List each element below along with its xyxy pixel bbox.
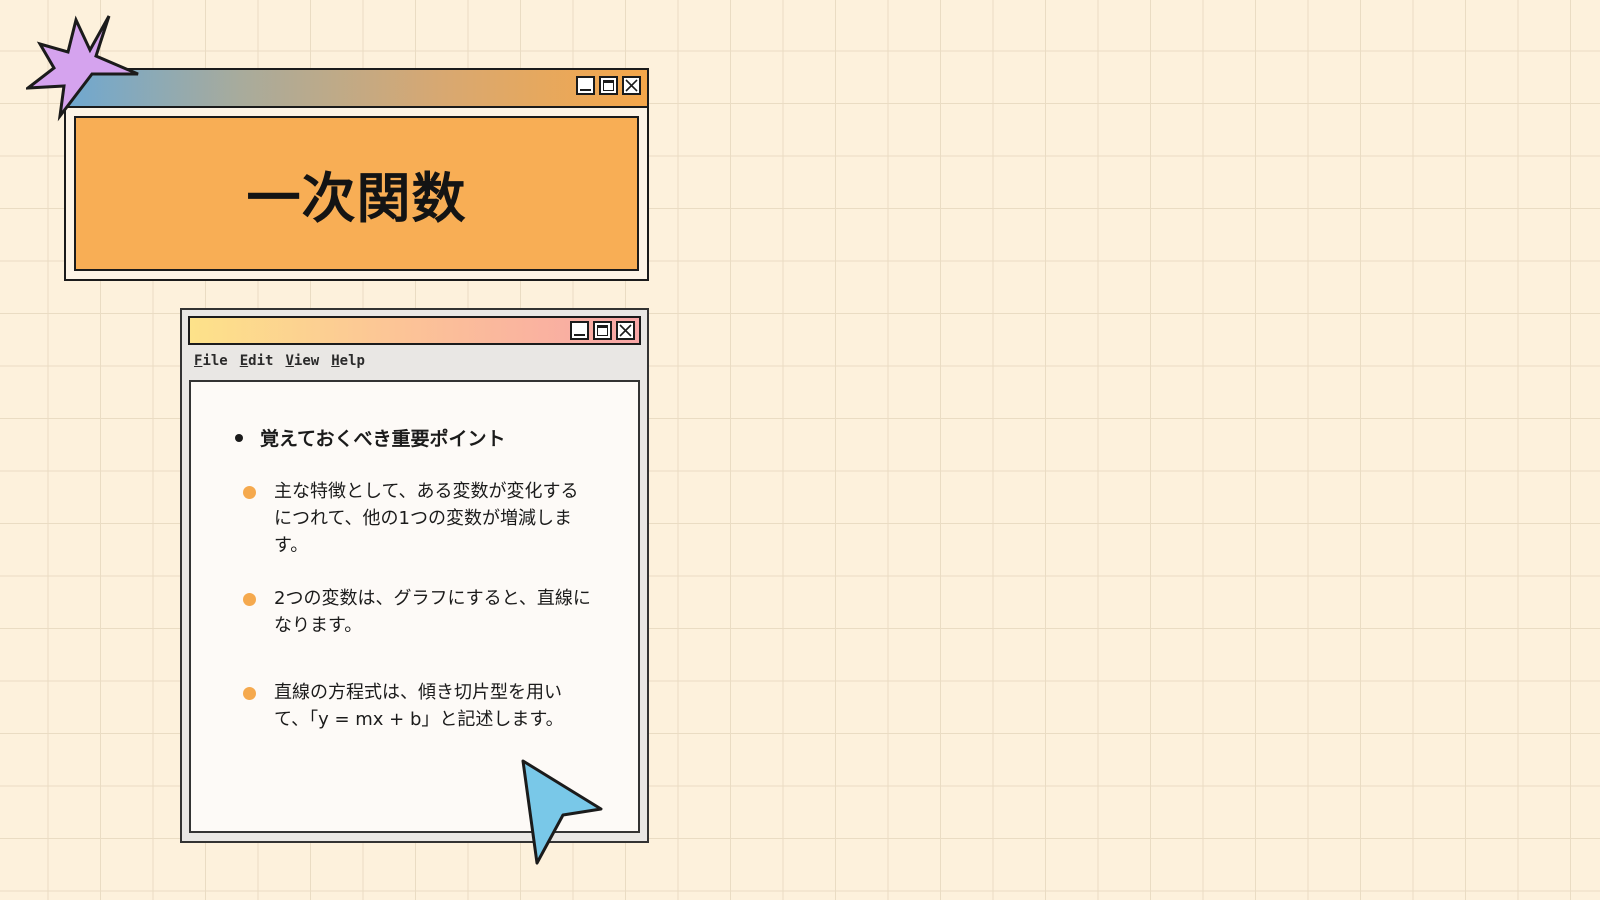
menu-view-mnemonic: V [285,353,294,369]
maximize-icon[interactable] [599,76,618,95]
orange-bullet [243,687,256,700]
menu-file-label: ile [202,353,228,369]
key-points-heading-text: 覚えておくべき重要ポイント [260,428,506,450]
list-item-text: 主な特徴として、ある変数が変化するにつれて、他の1つの変数が増減します。 [274,481,579,556]
menu-bar: File Edit View Help [194,353,365,369]
menu-view[interactable]: View [285,353,319,369]
menu-help-label: elp [339,353,365,369]
close-icon[interactable] [622,76,641,95]
window-controls [576,76,641,95]
pointer-cursor-icon [521,759,603,865]
menu-help-mnemonic: H [331,353,340,369]
list-item: 直線の方程式は、傾き切片型を用いて、「y = mx + b」と記述します。 [243,679,591,733]
list-item-text: 直線の方程式は、傾き切片型を用いて、「y = mx + b」と記述します。 [274,682,564,730]
orange-bullet [243,486,256,499]
menu-file[interactable]: File [194,353,228,369]
title-window: 一次関数 [64,68,649,281]
title-panel: 一次関数 [74,116,639,271]
menu-edit[interactable]: Edit [240,353,274,369]
minimize-icon[interactable] [570,321,589,340]
menu-edit-label: dit [248,353,274,369]
key-points-heading: 覚えておくべき重要ポイント [235,424,505,451]
maximize-icon[interactable] [593,321,612,340]
starburst-icon [26,15,139,122]
close-icon[interactable] [616,321,635,340]
page-title: 一次関数 [246,167,467,230]
list-item: 2つの変数は、グラフにすると、直線になります。 [243,585,591,639]
menu-view-label: iew [293,353,320,369]
list-item-text: 2つの変数は、グラフにすると、直線になります。 [274,588,591,636]
window-controls [570,321,635,340]
title-window-titlebar[interactable] [66,70,647,108]
notes-window-titlebar[interactable] [188,316,641,345]
menu-help[interactable]: Help [331,353,365,369]
list-item: 主な特徴として、ある変数が変化するにつれて、他の1つの変数が増減します。 [243,478,591,559]
heading-bullet [235,433,243,442]
menu-edit-mnemonic: E [239,353,249,369]
orange-bullet [243,593,256,606]
minimize-icon[interactable] [576,76,595,95]
